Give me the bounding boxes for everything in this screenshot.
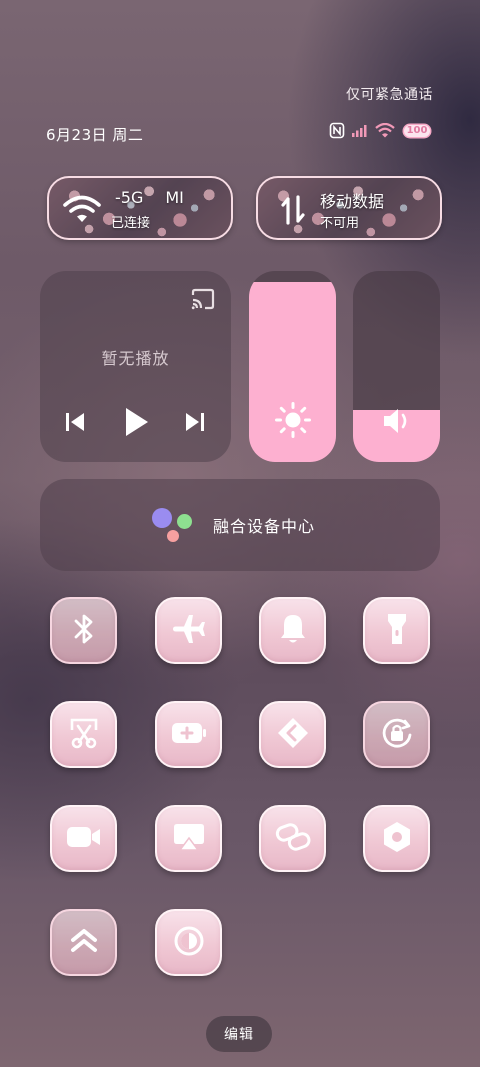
link-icon bbox=[275, 822, 311, 856]
no-media-text: 暂无播放 bbox=[101, 349, 170, 368]
link-toggle[interactable] bbox=[259, 805, 326, 872]
cast-icon[interactable] bbox=[190, 288, 216, 314]
mobile-data-name: 移动数据 bbox=[320, 192, 385, 211]
mobile-data-icon bbox=[280, 193, 306, 231]
airplane-icon bbox=[171, 611, 207, 651]
settings-toggle[interactable] bbox=[363, 805, 430, 872]
battery-level: 100 bbox=[406, 124, 428, 136]
brightness-slider[interactable] bbox=[249, 271, 336, 462]
flashlight-toggle[interactable] bbox=[363, 597, 430, 664]
screen-cast-toggle[interactable] bbox=[155, 805, 222, 872]
bluetooth-toggle[interactable] bbox=[50, 597, 117, 664]
nfc-icon bbox=[329, 122, 345, 139]
battery-saver-icon bbox=[170, 720, 208, 750]
battery-icon: 100 bbox=[402, 123, 432, 139]
airplane-mode-toggle[interactable] bbox=[155, 597, 222, 664]
rotation-lock-toggle[interactable] bbox=[363, 701, 430, 768]
volume-slider[interactable] bbox=[353, 271, 440, 462]
eye-comfort-toggle[interactable] bbox=[155, 909, 222, 976]
battery-saver-toggle[interactable] bbox=[155, 701, 222, 768]
bell-icon bbox=[277, 612, 309, 650]
scissors-icon bbox=[67, 716, 101, 754]
date-label: 6月23日 周二 bbox=[46, 126, 144, 144]
flashlight-icon bbox=[385, 611, 409, 651]
bluetooth-icon bbox=[70, 612, 98, 650]
wifi-status: 已连接 bbox=[111, 216, 151, 231]
signal-icon bbox=[352, 124, 368, 137]
ringer-toggle[interactable] bbox=[259, 597, 326, 664]
speaker-icon bbox=[353, 406, 440, 436]
edit-button[interactable]: 编辑 bbox=[206, 1016, 272, 1052]
rotation-lock-icon bbox=[379, 715, 415, 755]
device-hub-label: 融合设备中心 bbox=[213, 517, 316, 536]
performance-toggle[interactable] bbox=[50, 909, 117, 976]
screenshot-toggle[interactable] bbox=[50, 701, 117, 768]
device-hub-icon bbox=[152, 508, 194, 544]
half-circle-icon bbox=[172, 924, 206, 962]
double-chevron-up-icon bbox=[69, 926, 99, 960]
mobile-data-status: 不可用 bbox=[320, 216, 360, 231]
screen-record-toggle[interactable] bbox=[50, 805, 117, 872]
sun-icon bbox=[249, 401, 336, 439]
wifi-tile[interactable]: -5G MI 已连接 bbox=[47, 176, 233, 240]
hexagon-settings-icon bbox=[380, 820, 414, 858]
wifi-status-icon bbox=[375, 123, 395, 138]
previous-icon[interactable] bbox=[64, 409, 86, 439]
video-camera-icon bbox=[65, 824, 103, 854]
wifi-icon bbox=[63, 194, 101, 228]
screen-cast-icon bbox=[171, 821, 207, 857]
status-icons: 100 bbox=[329, 122, 432, 139]
nearby-share-icon bbox=[276, 716, 310, 754]
emergency-calls-only-text: 仅可紧急通话 bbox=[346, 87, 433, 103]
nearby-share-toggle[interactable] bbox=[259, 701, 326, 768]
device-hub-card[interactable]: 融合设备中心 bbox=[40, 479, 440, 571]
wifi-name: -5G MI bbox=[115, 188, 184, 207]
play-icon[interactable] bbox=[122, 405, 150, 443]
next-icon[interactable] bbox=[184, 409, 206, 439]
mobile-data-tile[interactable]: 移动数据 不可用 bbox=[256, 176, 442, 240]
media-player-card[interactable]: 暂无播放 bbox=[40, 271, 231, 462]
